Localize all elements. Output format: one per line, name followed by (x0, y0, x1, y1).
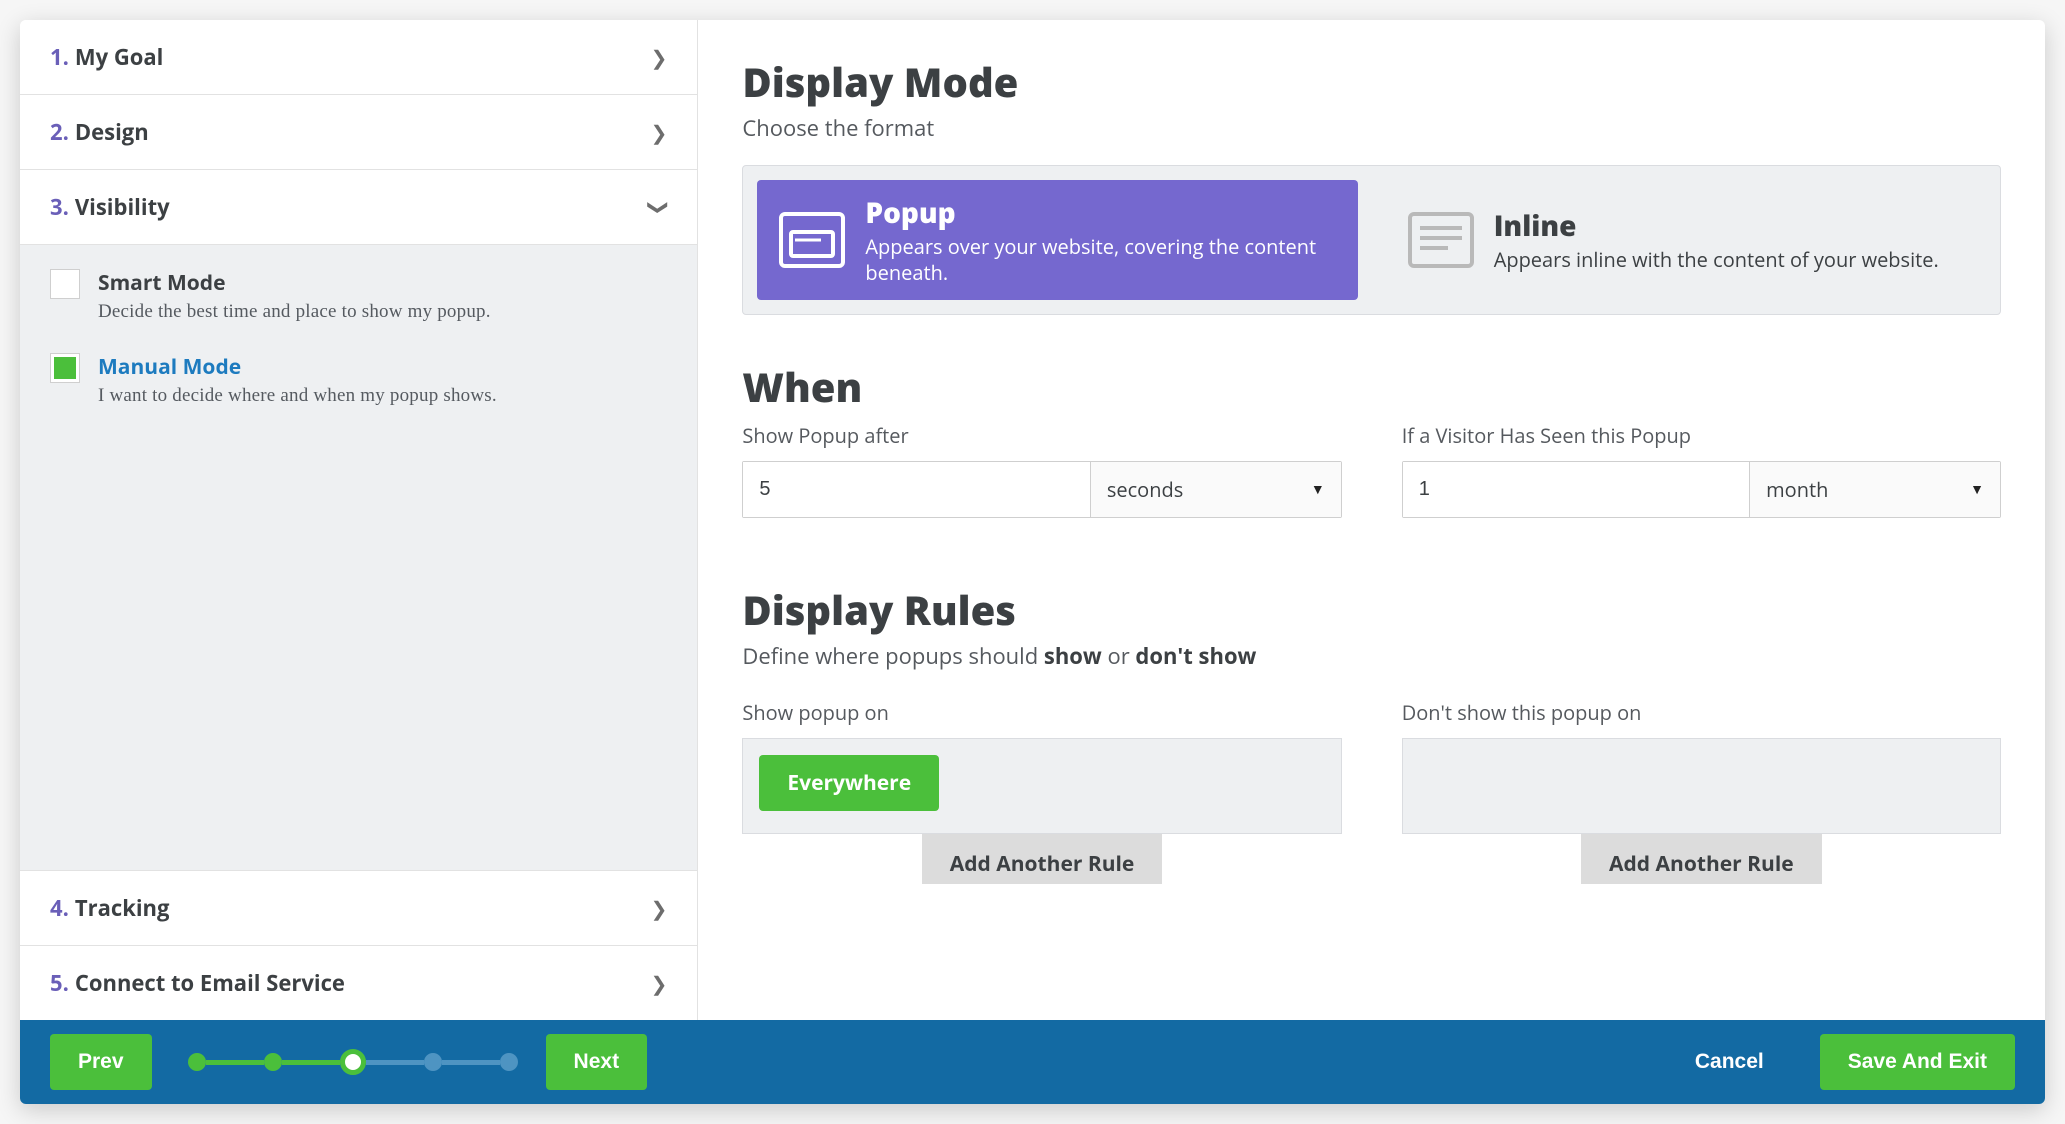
everywhere-tag[interactable]: Everywhere (759, 755, 939, 811)
visitor-seen-label: If a Visitor Has Seen this Popup (1402, 422, 2001, 449)
chevron-right-icon: ❯ (651, 970, 668, 997)
display-mode-inline[interactable]: Inline Appears inline with the content o… (1386, 180, 1986, 300)
show-after-input[interactable] (743, 462, 1089, 517)
display-mode-title: Display Mode (742, 54, 2001, 109)
display-mode-popup[interactable]: Popup Appears over your website, coverin… (757, 180, 1357, 300)
app-window: 1.My Goal ❯ 2.Design ❯ 3.Visibility ❯ (20, 20, 2045, 1104)
visitor-seen-unit-select[interactable]: month ▼ (1749, 462, 2000, 517)
add-show-rule-button[interactable]: Add Another Rule (922, 834, 1163, 884)
popup-option-desc: Appears over your website, covering the … (865, 234, 1335, 286)
show-after-unit-select[interactable]: seconds ▼ (1090, 462, 1341, 517)
step-label: Design (75, 117, 149, 147)
step-number: 3. (50, 192, 69, 222)
show-after-label: Show Popup after (742, 422, 1341, 449)
add-dont-show-rule-button[interactable]: Add Another Rule (1581, 834, 1822, 884)
smart-mode-desc: Decide the best time and place to show m… (98, 301, 491, 323)
step-my-goal[interactable]: 1.My Goal ❯ (20, 20, 697, 95)
chevron-right-icon: ❯ (651, 44, 668, 71)
step-connect-email[interactable]: 5.Connect to Email Service ❯ (20, 946, 697, 1020)
when-row: Show Popup after seconds ▼ If a Visitor … (742, 422, 2001, 518)
chevron-down-icon: ❯ (645, 199, 672, 216)
rules-subtitle: Define where popups should show or don't… (742, 641, 2001, 671)
step-tracking[interactable]: 4.Tracking ❯ (20, 871, 697, 946)
show-rules-box: Everywhere (742, 738, 1341, 834)
visibility-panel: Smart Mode Decide the best time and plac… (20, 245, 697, 871)
progress-step-5[interactable] (500, 1053, 518, 1071)
caret-down-icon: ▼ (1311, 480, 1325, 499)
display-mode-subtitle: Choose the format (742, 113, 2001, 143)
rules-title: Display Rules (742, 582, 2001, 637)
save-and-exit-button[interactable]: Save And Exit (1820, 1034, 2015, 1090)
manual-mode-title: Manual Mode (98, 353, 497, 381)
rules-row: Show popup on Everywhere Add Another Rul… (742, 699, 2001, 884)
main-area: 1.My Goal ❯ 2.Design ❯ 3.Visibility ❯ (20, 20, 2045, 1020)
footer-bar: Prev Next Cancel Save And Exit (20, 1020, 2045, 1104)
progress-step-4[interactable] (424, 1053, 442, 1071)
next-button[interactable]: Next (546, 1034, 648, 1090)
smart-mode-option[interactable]: Smart Mode Decide the best time and plac… (50, 269, 667, 323)
visitor-seen-input-pair: month ▼ (1402, 461, 2001, 518)
chevron-right-icon: ❯ (651, 895, 668, 922)
checkbox-checked-icon[interactable] (50, 353, 80, 383)
progress-step-3[interactable] (340, 1049, 366, 1075)
step-label: Connect to Email Service (75, 968, 345, 998)
show-rules-label: Show popup on (742, 699, 1341, 726)
caret-down-icon: ▼ (1970, 480, 1984, 499)
popup-icon (779, 212, 845, 268)
visitor-seen-unit: month (1766, 476, 1828, 503)
sidebar: 1.My Goal ❯ 2.Design ❯ 3.Visibility ❯ (20, 20, 698, 1020)
step-label: My Goal (75, 42, 164, 72)
progress-step-1[interactable] (188, 1053, 206, 1071)
progress-step-2[interactable] (264, 1053, 282, 1071)
manual-mode-option[interactable]: Manual Mode I want to decide where and w… (50, 353, 667, 407)
step-number: 5. (50, 968, 69, 998)
progress-indicator (188, 1049, 518, 1075)
inline-icon (1408, 212, 1474, 268)
step-number: 2. (50, 117, 69, 147)
show-rules-col: Show popup on Everywhere Add Another Rul… (742, 699, 1341, 884)
content-panel: Display Mode Choose the format Popup App… (698, 20, 2045, 1020)
display-mode-options: Popup Appears over your website, coverin… (742, 165, 2001, 315)
chevron-right-icon: ❯ (651, 119, 668, 146)
dont-show-rules-box (1402, 738, 2001, 834)
cancel-button[interactable]: Cancel (1667, 1034, 1792, 1090)
step-number: 1. (50, 42, 69, 72)
step-visibility[interactable]: 3.Visibility ❯ (20, 170, 697, 245)
popup-option-title: Popup (865, 194, 1335, 232)
step-number: 4. (50, 893, 69, 923)
step-design[interactable]: 2.Design ❯ (20, 95, 697, 170)
smart-mode-title: Smart Mode (98, 269, 491, 297)
inline-option-title: Inline (1494, 207, 1939, 245)
inline-option-desc: Appears inline with the content of your … (1494, 247, 1939, 273)
visitor-seen-group: If a Visitor Has Seen this Popup month ▼ (1402, 422, 2001, 518)
when-title: When (742, 359, 2001, 414)
dont-show-rules-label: Don't show this popup on (1402, 699, 2001, 726)
show-after-group: Show Popup after seconds ▼ (742, 422, 1341, 518)
prev-button[interactable]: Prev (50, 1034, 152, 1090)
step-label: Visibility (75, 192, 170, 222)
step-label: Tracking (75, 893, 170, 923)
visitor-seen-input[interactable] (1403, 462, 1749, 517)
show-after-unit: seconds (1107, 476, 1183, 503)
show-after-input-pair: seconds ▼ (742, 461, 1341, 518)
dont-show-rules-col: Don't show this popup on Add Another Rul… (1402, 699, 2001, 884)
checkbox-unchecked-icon[interactable] (50, 269, 80, 299)
manual-mode-desc: I want to decide where and when my popup… (98, 385, 497, 407)
